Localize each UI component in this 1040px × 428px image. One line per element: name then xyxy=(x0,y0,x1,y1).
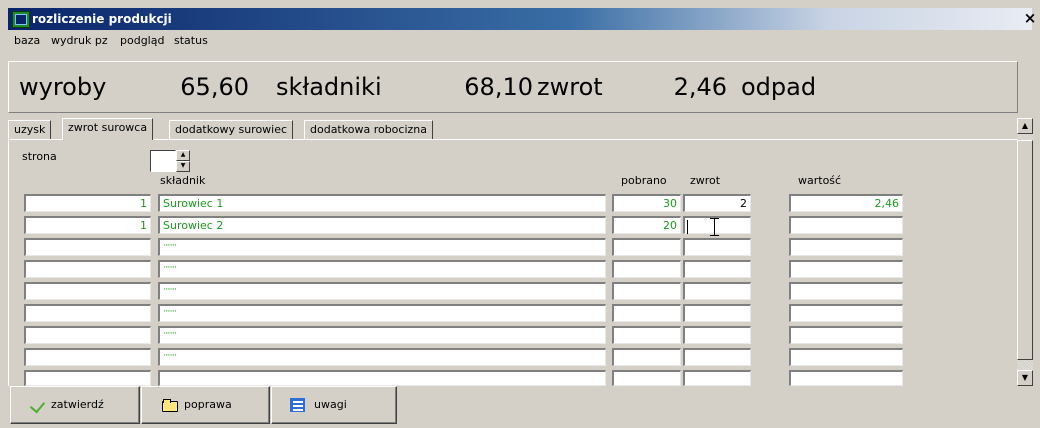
wartosc-field[interactable] xyxy=(789,370,903,386)
folder-icon xyxy=(162,398,178,412)
pobrano-field[interactable] xyxy=(612,304,681,322)
close-icon[interactable]: × xyxy=(1022,10,1038,26)
zwrot-field[interactable]: 2 xyxy=(683,194,751,212)
component-name-field[interactable]: Surowiec 1 xyxy=(158,194,606,212)
row-number-field[interactable] xyxy=(24,260,151,278)
row-number-field[interactable] xyxy=(24,348,151,366)
text-caret xyxy=(687,220,688,234)
strona-input[interactable] xyxy=(150,150,176,172)
column-header-zwrot: zwrot xyxy=(690,174,721,187)
pobrano-field[interactable] xyxy=(612,326,681,344)
summary-wyroby-label: wyroby xyxy=(19,73,107,101)
component-name-field[interactable]: ······· xyxy=(158,282,606,300)
app-window: rozliczenie produkcji × baza wydruk pz p… xyxy=(0,0,1040,428)
zwrot-field[interactable] xyxy=(683,370,751,386)
text-cursor-icon xyxy=(710,218,719,236)
approve-button[interactable]: zatwierdź xyxy=(10,386,140,424)
zwrot-field[interactable] xyxy=(683,304,751,322)
row-number-field[interactable] xyxy=(24,326,151,344)
summary-skladniki-value: 68,10 xyxy=(464,73,533,101)
notes-button-label: uwagi xyxy=(314,398,347,411)
notes-button[interactable]: uwagi xyxy=(271,386,397,424)
correct-button[interactable]: poprawa xyxy=(141,386,270,424)
zwrot-field[interactable] xyxy=(683,348,751,366)
pobrano-field[interactable] xyxy=(612,348,681,366)
tab-dodatkowy-surowiec[interactable]: dodatkowy surowiec xyxy=(169,120,294,139)
summary-panel: wyroby 65,60 składniki 68,10 zwrot 2,46 … xyxy=(8,61,1018,113)
wartosc-field[interactable] xyxy=(789,326,903,344)
spin-up-icon[interactable]: ▲ xyxy=(176,150,190,161)
wartosc-field[interactable] xyxy=(789,238,903,256)
pobrano-field[interactable]: 20 xyxy=(612,216,681,234)
component-name-field[interactable] xyxy=(158,370,606,386)
column-header-skladnik: składnik xyxy=(160,174,206,187)
scroll-down-icon[interactable]: ▼ xyxy=(1017,370,1033,386)
row-number-field[interactable] xyxy=(24,238,151,256)
component-name-field[interactable]: Surowiec 2 xyxy=(158,216,606,234)
menu-wydruk-pz[interactable]: wydruk pz xyxy=(51,34,108,48)
wartosc-field[interactable] xyxy=(789,216,903,234)
title-bar: rozliczenie produkcji × xyxy=(8,8,1036,30)
pobrano-field[interactable] xyxy=(612,370,681,386)
menu-status[interactable]: status xyxy=(174,34,208,48)
app-icon xyxy=(12,11,30,28)
pobrano-field[interactable] xyxy=(612,260,681,278)
zwrot-field[interactable] xyxy=(683,282,751,300)
component-name-field[interactable]: ······· xyxy=(158,238,606,256)
column-header-wartosc: wartość xyxy=(798,174,842,187)
zwrot-field[interactable] xyxy=(683,326,751,344)
component-name-field[interactable]: ······· xyxy=(158,260,606,278)
strona-spinner[interactable]: ▲ ▼ xyxy=(176,150,190,172)
row-number-field[interactable]: 1 xyxy=(24,194,151,212)
wartosc-field[interactable] xyxy=(789,348,903,366)
menu-bar: baza wydruk pz podgląd status xyxy=(8,30,1032,52)
row-number-field[interactable] xyxy=(24,304,151,322)
row-number-field[interactable] xyxy=(24,282,151,300)
pobrano-field[interactable]: 30 xyxy=(612,194,681,212)
tab-strip: uzysk zwrot surowca dodatkowy surowiec d… xyxy=(8,118,1018,140)
spin-down-icon[interactable]: ▼ xyxy=(176,161,190,172)
summary-odpad-label: odpad xyxy=(741,73,817,101)
menu-baza[interactable]: baza xyxy=(14,34,40,48)
approve-button-label: zatwierdź xyxy=(51,398,104,411)
wartosc-field[interactable]: 2,46 xyxy=(789,194,903,212)
pobrano-field[interactable] xyxy=(612,282,681,300)
component-name-field[interactable]: ······· xyxy=(158,348,606,366)
summary-zwrot-label: zwrot xyxy=(537,73,603,101)
zwrot-field[interactable] xyxy=(683,260,751,278)
scroll-up-icon[interactable]: ▲ xyxy=(1017,118,1033,134)
summary-zwrot-value: 2,46 xyxy=(673,73,727,101)
tab-dodatkowa-robocizna[interactable]: dodatkowa robocizna xyxy=(304,120,434,139)
window-title: rozliczenie produkcji xyxy=(32,12,172,26)
checkmark-icon xyxy=(29,398,45,412)
pobrano-field[interactable] xyxy=(612,238,681,256)
vertical-scrollbar[interactable]: ▲ ▼ xyxy=(1017,118,1033,386)
notes-icon xyxy=(290,398,306,412)
row-number-field[interactable] xyxy=(24,370,151,386)
summary-wyroby-value: 65,60 xyxy=(180,73,249,101)
row-number-field[interactable]: 1 xyxy=(24,216,151,234)
scroll-thumb[interactable] xyxy=(1017,140,1033,360)
summary-skladniki-label: składniki xyxy=(276,73,382,101)
column-header-pobrano: pobrano xyxy=(621,174,667,187)
tab-zwrot-surowca[interactable]: zwrot surowca xyxy=(62,118,154,140)
strona-label: strona xyxy=(22,150,57,163)
component-name-field[interactable]: ······· xyxy=(158,304,606,322)
wartosc-field[interactable] xyxy=(789,282,903,300)
component-name-field[interactable]: ······· xyxy=(158,326,606,344)
correct-button-label: poprawa xyxy=(184,398,232,411)
zwrot-field[interactable] xyxy=(683,238,751,256)
menu-podglad[interactable]: podgląd xyxy=(120,34,164,48)
wartosc-field[interactable] xyxy=(789,260,903,278)
wartosc-field[interactable] xyxy=(789,304,903,322)
tab-uzysk[interactable]: uzysk xyxy=(8,120,52,139)
